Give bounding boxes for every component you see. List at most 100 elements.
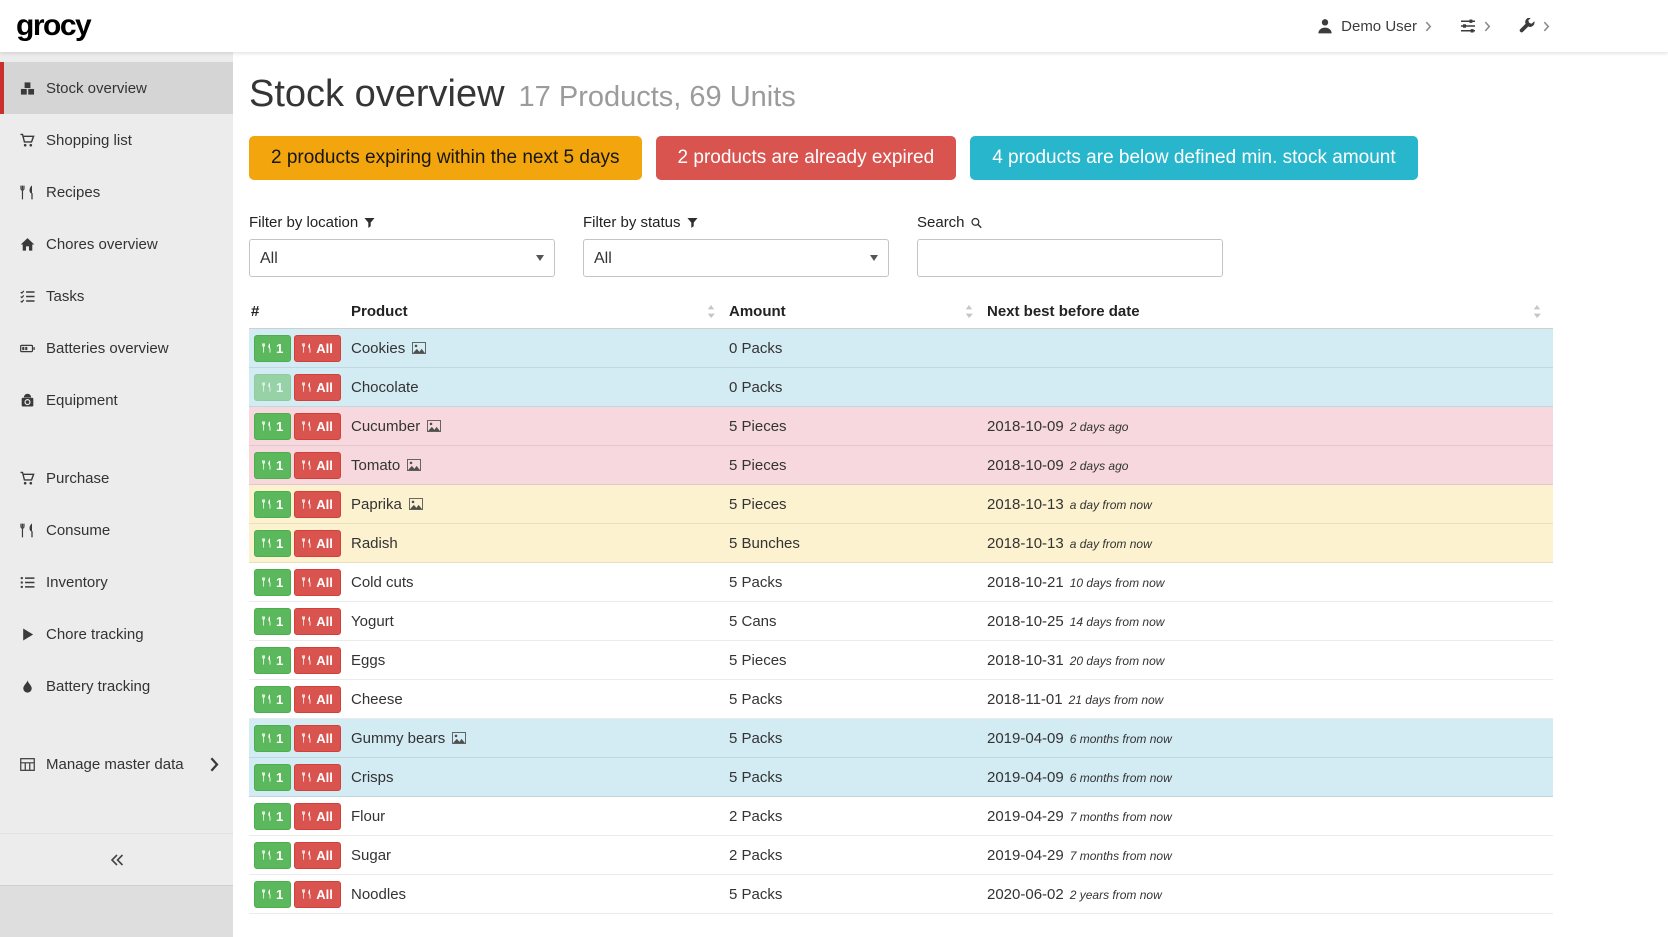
- product-image-icon[interactable]: [427, 420, 441, 432]
- sidebar-item-tasks[interactable]: Tasks: [0, 270, 233, 322]
- consume-all-button[interactable]: All: [294, 647, 341, 674]
- consume-all-button[interactable]: All: [294, 842, 341, 869]
- header-best-before[interactable]: Next best before date: [985, 301, 1553, 329]
- consume-one-button[interactable]: 1: [254, 452, 291, 479]
- utensils-icon: [18, 185, 36, 200]
- consume-one-button[interactable]: 1: [254, 569, 291, 596]
- consume-all-button[interactable]: All: [294, 491, 341, 518]
- date-relative: 6 months from now: [1070, 771, 1172, 785]
- product-name: Sugar: [351, 847, 391, 864]
- sidebar-item-purchase[interactable]: Purchase: [0, 452, 233, 504]
- consume-one-button[interactable]: 1: [254, 686, 291, 713]
- consume-all-button[interactable]: All: [294, 686, 341, 713]
- sidebar-item-battery-tracking[interactable]: Battery tracking: [0, 660, 233, 712]
- consume-one-button[interactable]: 1: [254, 803, 291, 830]
- sidebar-item-recipes[interactable]: Recipes: [0, 166, 233, 218]
- product-name: Eggs: [351, 652, 385, 669]
- alerts-row: 2 products expiring within the next 5 da…: [249, 136, 1553, 180]
- sort-icon: [707, 305, 715, 318]
- table-icon: [18, 757, 36, 772]
- alert-below-min-stock-button[interactable]: 4 products are below defined min. stock …: [970, 136, 1417, 180]
- best-before-date: 2018-10-13: [987, 496, 1064, 513]
- consume-one-button[interactable]: 1: [254, 764, 291, 791]
- search-input[interactable]: [917, 239, 1223, 277]
- sidebar-item-label: Purchase: [46, 470, 109, 487]
- consume-one-button[interactable]: 1: [254, 608, 291, 635]
- best-before-date: 2018-10-09: [987, 457, 1064, 474]
- sidebar-item-chore-tracking[interactable]: Chore tracking: [0, 608, 233, 660]
- product-image-icon[interactable]: [409, 498, 423, 510]
- amount-cell: 2 Packs: [727, 797, 985, 836]
- amount-cell: 0 Packs: [727, 329, 985, 368]
- alert-expiring-button[interactable]: 2 products expiring within the next 5 da…: [249, 136, 642, 180]
- consume-all-button[interactable]: All: [294, 881, 341, 908]
- app-logo[interactable]: grocy: [16, 9, 90, 43]
- sidebar-item-label: Equipment: [46, 392, 118, 409]
- sidebar-item-inventory[interactable]: Inventory: [0, 556, 233, 608]
- date-relative: a day from now: [1070, 498, 1152, 512]
- sliders-icon: [1460, 18, 1476, 34]
- consume-all-button[interactable]: All: [294, 530, 341, 557]
- sidebar-item-manage-master-data[interactable]: Manage master data: [0, 738, 233, 790]
- sidebar-item-stock-overview[interactable]: Stock overview: [0, 62, 233, 114]
- product-name: Radish: [351, 535, 398, 552]
- admin-menu[interactable]: [1519, 18, 1550, 34]
- status-filter-select[interactable]: All: [583, 239, 889, 277]
- utensils-icon: [18, 523, 36, 538]
- product-name: Tomato: [351, 457, 400, 474]
- table-row: 1AllPaprika5 Pieces2018-10-13a day from …: [249, 485, 1553, 524]
- consume-one-button[interactable]: 1: [254, 881, 291, 908]
- consume-all-button[interactable]: All: [294, 413, 341, 440]
- date-relative: 6 months from now: [1070, 732, 1172, 746]
- sidebar-collapse-button[interactable]: [0, 833, 233, 885]
- header-product[interactable]: Product: [349, 301, 727, 329]
- best-before-date: 2019-04-29: [987, 808, 1064, 825]
- consume-one-button[interactable]: 1: [254, 374, 291, 401]
- alert-expired-button[interactable]: 2 products are already expired: [656, 136, 957, 180]
- user-menu[interactable]: Demo User: [1317, 18, 1432, 35]
- amount-cell: 5 Packs: [727, 875, 985, 914]
- product-image-icon[interactable]: [412, 342, 426, 354]
- filter-icon: [364, 217, 375, 229]
- location-filter-select[interactable]: All: [249, 239, 555, 277]
- product-name: Flour: [351, 808, 385, 825]
- consume-one-button[interactable]: 1: [254, 413, 291, 440]
- date-relative: 14 days from now: [1070, 615, 1165, 629]
- product-name: Noodles: [351, 886, 406, 903]
- consume-all-button[interactable]: All: [294, 608, 341, 635]
- consume-one-button[interactable]: 1: [254, 491, 291, 518]
- consume-all-button[interactable]: All: [294, 725, 341, 752]
- status-filter: Filter by status All: [583, 214, 889, 277]
- settings-menu[interactable]: [1460, 18, 1491, 34]
- consume-one-button[interactable]: 1: [254, 725, 291, 752]
- consume-one-button[interactable]: 1: [254, 335, 291, 362]
- product-image-icon[interactable]: [407, 459, 421, 471]
- top-navbar: grocy Demo User: [0, 0, 1668, 52]
- sidebar-item-label: Inventory: [46, 574, 108, 591]
- consume-all-button[interactable]: All: [294, 335, 341, 362]
- sidebar-item-label: Tasks: [46, 288, 84, 305]
- amount-cell: 5 Pieces: [727, 485, 985, 524]
- consume-all-button[interactable]: All: [294, 764, 341, 791]
- table-row: 1AllSugar2 Packs2019-04-297 months from …: [249, 836, 1553, 875]
- consume-one-button[interactable]: 1: [254, 647, 291, 674]
- sidebar-item-label: Chore tracking: [46, 626, 144, 643]
- consume-all-button[interactable]: All: [294, 803, 341, 830]
- header-amount[interactable]: Amount: [727, 301, 985, 329]
- sidebar-item-chores-overview[interactable]: Chores overview: [0, 218, 233, 270]
- consume-all-button[interactable]: All: [294, 374, 341, 401]
- amount-cell: 2 Packs: [727, 836, 985, 875]
- sidebar-item-equipment[interactable]: Equipment: [0, 374, 233, 426]
- sidebar-item-consume[interactable]: Consume: [0, 504, 233, 556]
- best-before-date: 2018-11-01: [987, 691, 1063, 708]
- sidebar-item-batteries-overview[interactable]: Batteries overview: [0, 322, 233, 374]
- consume-one-button[interactable]: 1: [254, 530, 291, 557]
- chevron-right-icon: [1543, 21, 1550, 32]
- sidebar-item-shopping-list[interactable]: Shopping list: [0, 114, 233, 166]
- consume-one-button[interactable]: 1: [254, 842, 291, 869]
- consume-all-button[interactable]: All: [294, 452, 341, 479]
- product-image-icon[interactable]: [452, 732, 466, 744]
- tasks-icon: [18, 289, 36, 304]
- consume-all-button[interactable]: All: [294, 569, 341, 596]
- best-before-date: 2019-04-09: [987, 769, 1064, 786]
